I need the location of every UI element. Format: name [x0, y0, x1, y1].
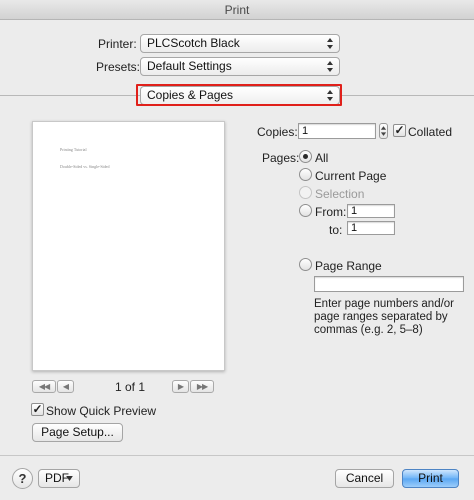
page-indicator: 1 of 1: [115, 380, 146, 394]
window-titlebar: Print: [0, 0, 474, 20]
checkmark-icon: ✓: [394, 123, 405, 137]
page-range-field[interactable]: [314, 276, 464, 292]
quick-preview-checkbox[interactable]: ✓: [31, 403, 44, 416]
pages-to-label: to:: [329, 223, 343, 237]
preview-line-1: Printing Tutorial: [60, 147, 87, 152]
print-button[interactable]: Print: [402, 469, 459, 488]
printer-popup[interactable]: PLCScotch Black: [140, 34, 340, 53]
collated-checkbox[interactable]: ✓: [393, 124, 406, 137]
presets-value: Default Settings: [147, 59, 232, 73]
pages-range-radio[interactable]: [299, 258, 312, 271]
cancel-button[interactable]: Cancel: [335, 469, 394, 488]
pages-current-radio[interactable]: [299, 168, 312, 181]
pages-range-label: Page Range: [315, 259, 382, 273]
page-preview: Printing Tutorial Double-Sided vs. Singl…: [32, 121, 225, 371]
section-highlight: [136, 84, 342, 106]
quick-preview-label: Show Quick Preview: [46, 404, 157, 418]
pages-to-field[interactable]: 1: [347, 221, 395, 235]
pages-from-label: From:: [315, 205, 347, 219]
pages-selection-label: Selection: [315, 187, 365, 201]
page-range-hint: Enter page numbers and/or page ranges se…: [314, 298, 455, 336]
updown-arrows-icon: [380, 126, 387, 136]
presets-popup[interactable]: Default Settings: [140, 57, 340, 76]
dropdown-arrow-icon: [66, 476, 73, 481]
printer-value: PLCScotch Black: [147, 36, 240, 50]
prev-page-button[interactable]: ◀: [57, 380, 74, 393]
pages-all-radio[interactable]: [299, 150, 312, 163]
printer-label: Printer:: [98, 37, 137, 51]
pages-current-label: Current Page: [315, 169, 387, 183]
updown-arrows-icon: [327, 61, 333, 72]
updown-arrows-icon: [327, 38, 333, 49]
copies-label: Copies:: [257, 125, 298, 139]
pages-from-radio[interactable]: [299, 204, 312, 217]
pages-label: Pages:: [262, 151, 300, 165]
help-icon: ?: [18, 471, 27, 486]
window-title: Print: [224, 3, 250, 17]
presets-label: Presets:: [96, 60, 141, 74]
last-page-button[interactable]: ▶▶: [190, 380, 214, 393]
pages-from-field[interactable]: 1: [347, 204, 395, 218]
pages-selection-radio: [299, 186, 312, 199]
checkmark-icon: ✓: [32, 402, 43, 416]
pages-all-label: All: [315, 151, 329, 165]
page-setup-button[interactable]: Page Setup...: [32, 423, 123, 442]
pdf-menu-button[interactable]: PDF: [38, 469, 80, 488]
help-button[interactable]: ?: [12, 468, 33, 489]
first-page-button[interactable]: ◀◀: [32, 380, 56, 393]
collated-label: Collated: [408, 125, 453, 139]
footer-divider: [0, 455, 474, 456]
copies-field[interactable]: 1: [298, 123, 376, 139]
copies-stepper[interactable]: [379, 123, 388, 139]
preview-line-2: Double-Sided vs. Single-Sided: [60, 164, 110, 169]
next-page-button[interactable]: ▶: [172, 380, 189, 393]
